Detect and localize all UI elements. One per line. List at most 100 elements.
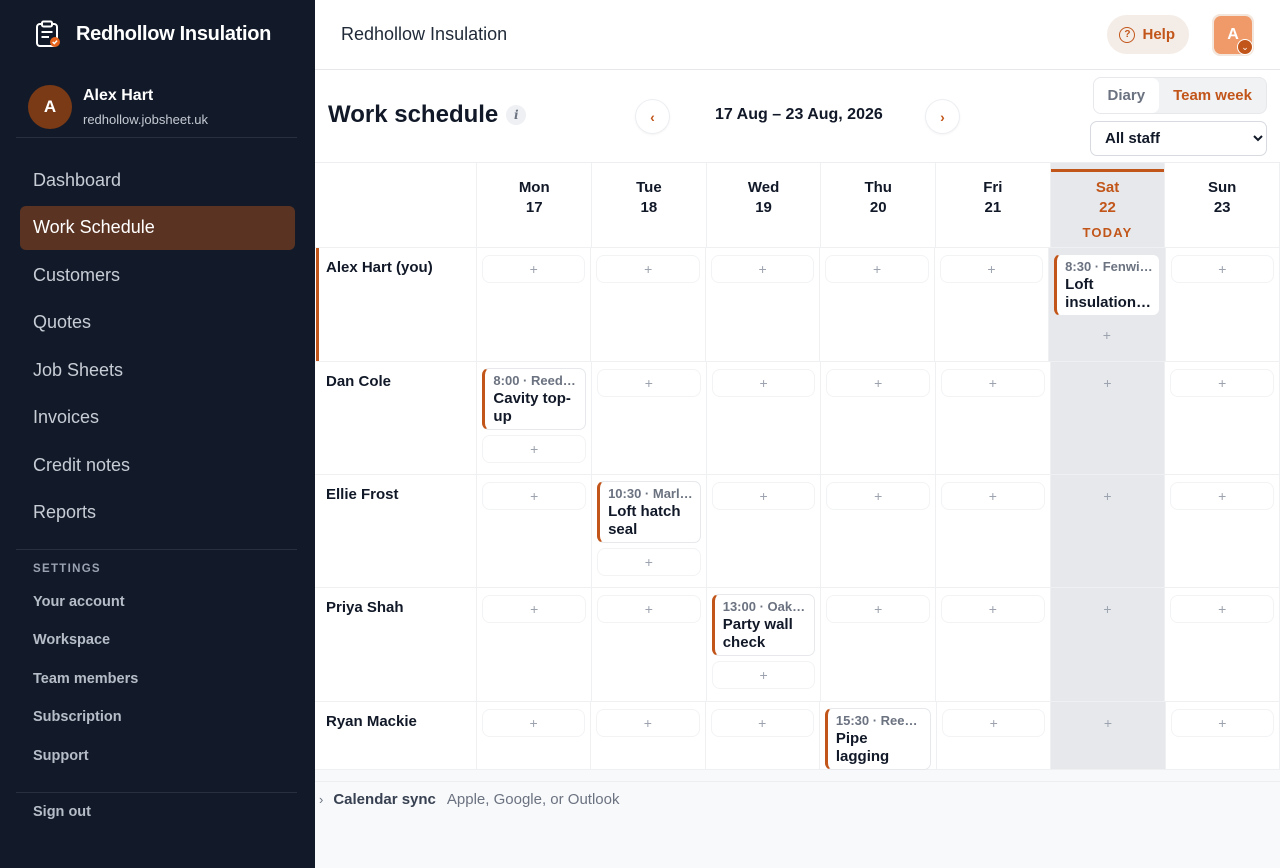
add-job-button[interactable]: + — [483, 596, 586, 622]
add-job-button[interactable]: + — [712, 662, 815, 688]
nav-item-credit-notes[interactable]: Credit notes — [20, 443, 295, 487]
staff-filter-select[interactable]: All staff — [1090, 121, 1267, 156]
sign-out-button[interactable]: Sign out — [0, 793, 315, 831]
add-job-button[interactable]: + — [943, 710, 1045, 736]
add-job-button[interactable]: + — [483, 436, 586, 462]
schedule-cell: + — [934, 248, 1050, 362]
nav-item-job-sheets[interactable]: Job Sheets — [20, 348, 295, 392]
schedule-cell: + — [1050, 588, 1166, 702]
add-job-button[interactable]: + — [1171, 256, 1274, 282]
settings-heading: SETTINGS — [33, 562, 101, 575]
job-card[interactable]: 13:00 · Oak… Party wall check — [711, 594, 816, 656]
schedule-cell: + — [936, 362, 1051, 475]
add-job-button[interactable]: + — [483, 256, 585, 282]
add-job-button[interactable]: + — [940, 256, 1043, 282]
nav-item-invoices[interactable]: Invoices — [20, 396, 295, 440]
add-job-button[interactable]: + — [483, 483, 586, 509]
schedule-cell: + — [477, 248, 592, 362]
add-job-button[interactable]: + — [827, 483, 930, 509]
settings-item-team-members[interactable]: Team members — [0, 660, 315, 699]
add-job-button[interactable]: + — [711, 710, 813, 736]
day-label: Mon 17 — [477, 163, 591, 218]
next-week-button[interactable]: › — [926, 100, 959, 133]
add-job-button[interactable]: + — [942, 596, 1044, 622]
add-job-button[interactable]: + — [1057, 596, 1159, 622]
calendar-sync-label[interactable]: Calendar sync — [333, 791, 436, 808]
page-title: Work schedule i — [328, 101, 527, 129]
nav-item-customers[interactable]: Customers — [20, 253, 295, 297]
staff-row: Ellie Frost +10:30 · Marl… Loft hatch seal… — [315, 475, 1280, 588]
add-job-button[interactable]: + — [1171, 596, 1273, 622]
job-card[interactable]: 8:00 · Reed… Cavity top-up — [482, 368, 587, 430]
add-job-button[interactable]: + — [1057, 370, 1159, 396]
add-job-button[interactable]: + — [942, 370, 1044, 396]
add-job-button[interactable]: + — [1171, 370, 1273, 396]
brand[interactable]: Redhollow Insulation — [0, 0, 315, 68]
add-job-button[interactable]: + — [1055, 322, 1158, 348]
top-bar: Redhollow Insulation ? Help A ⌄ — [315, 0, 1280, 70]
add-job-button[interactable]: + — [598, 549, 700, 575]
day-header: Wed 19 — [706, 163, 822, 248]
previous-week-button[interactable]: ‹ — [636, 100, 669, 133]
info-icon[interactable]: i — [506, 105, 527, 125]
add-job-button[interactable]: + — [1171, 710, 1273, 736]
job-time-location: 8:00 · Reed… — [493, 373, 576, 388]
add-job-button[interactable]: + — [712, 483, 815, 509]
account-menu-button[interactable]: A ⌄ — [1212, 14, 1254, 56]
job-card[interactable]: 8:30 · Fenwi… Loft insulation… — [1054, 254, 1160, 316]
add-job-button[interactable]: + — [1171, 483, 1273, 509]
add-job-button[interactable]: + — [827, 370, 930, 396]
calendar-sync[interactable]: › Calendar sync Apple, Google, or Outloo… — [315, 781, 1280, 816]
add-job-button[interactable]: + — [942, 483, 1044, 509]
schedule-header: Work schedule i ‹ 17 Aug – 23 Aug, 2026 … — [315, 70, 1280, 162]
day-header: Sat 22 TODAY — [1050, 163, 1166, 248]
schedule-cell: + — [936, 475, 1051, 588]
avatar: A — [28, 84, 72, 129]
add-job-button[interactable]: + — [482, 710, 585, 736]
nav-item-dashboard[interactable]: Dashboard — [20, 158, 295, 202]
add-job-button[interactable]: + — [598, 596, 700, 622]
brand-name: Redhollow Insulation — [76, 22, 272, 45]
settings-item-support[interactable]: Support — [0, 737, 315, 776]
nav-item-work-schedule[interactable]: Work Schedule — [20, 205, 295, 250]
schedule-cell: 8:00 · Reed… Cavity top-up + — [477, 362, 593, 475]
main-content: Redhollow Insulation ? Help A ⌄ Work sch… — [315, 0, 1280, 868]
add-job-button[interactable]: + — [598, 370, 700, 396]
day-header: Tue 18 — [592, 163, 707, 248]
user-profile[interactable]: A Alex Hart redhollow.jobsheet.uk — [16, 68, 297, 138]
add-job-button[interactable]: + — [597, 256, 699, 282]
staff-name-cell: Ellie Frost — [315, 475, 478, 588]
nav-item-reports[interactable]: Reports — [20, 491, 295, 535]
schedule-cell: + — [477, 475, 593, 588]
add-job-button[interactable]: + — [1057, 483, 1159, 509]
add-job-button[interactable]: + — [712, 370, 815, 396]
add-job-button[interactable]: + — [711, 256, 814, 282]
job-title: Pipe lagging — [835, 730, 890, 765]
add-job-button[interactable]: + — [827, 596, 930, 622]
job-time-location: 15:30 · Reed… — [835, 713, 925, 728]
current-user-indicator — [316, 248, 319, 361]
help-label: Help — [1142, 26, 1175, 43]
nav-item-quotes[interactable]: Quotes — [20, 301, 295, 345]
staff-column-header — [315, 163, 478, 248]
staff-name-cell: Priya Shah — [315, 588, 478, 702]
settings-item-your-account[interactable]: Your account — [0, 583, 315, 622]
day-date: 19 — [755, 199, 772, 216]
settings-item-subscription[interactable]: Subscription — [0, 698, 315, 737]
tab-team-week[interactable]: Team week — [1159, 78, 1266, 113]
schedule-cell: + — [1050, 362, 1166, 475]
schedule-cell: + — [705, 248, 821, 362]
staff-row: Ryan Mackie + + +15:30 · Reed… Pipe lagging +… — [315, 702, 1280, 770]
workspace-title: Redhollow Insulation — [341, 24, 508, 44]
job-card[interactable]: 10:30 · Marl… Loft hatch seal — [597, 481, 701, 543]
day-date: 22 — [1099, 199, 1116, 216]
add-job-button[interactable]: + — [597, 710, 699, 736]
staff-name: Priya Shah — [326, 599, 404, 616]
job-card[interactable]: 15:30 · Reed… Pipe lagging — [824, 708, 932, 770]
tab-diary[interactable]: Diary — [1093, 78, 1160, 113]
help-button[interactable]: ? Help — [1107, 15, 1189, 54]
schedule-cell: + — [706, 475, 822, 588]
add-job-button[interactable]: + — [826, 256, 928, 282]
settings-item-workspace[interactable]: Workspace — [0, 621, 315, 660]
add-job-button[interactable]: + — [1057, 710, 1158, 736]
